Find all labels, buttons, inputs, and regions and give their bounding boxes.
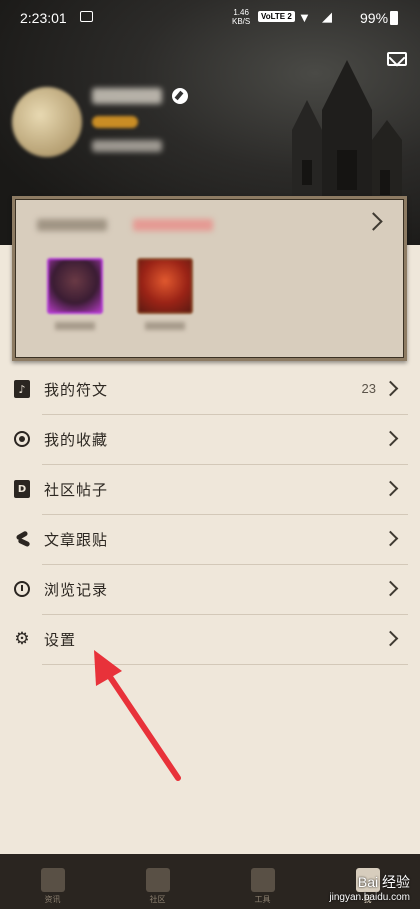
status-bar: 2:23:01 1.46 KB/S VoLTE 2 ▼ ◢ 99% (0, 0, 420, 36)
tab-tools[interactable]: 工具 (210, 854, 315, 909)
clock-icon (12, 579, 32, 599)
tab-label: 社区 (149, 895, 166, 904)
tab-label: 资讯 (44, 895, 61, 904)
gear-icon: ⚙ (14, 629, 30, 649)
wifi-icon: ▼ (298, 10, 311, 25)
tab-community[interactable]: 社区 (105, 854, 210, 909)
hero-name (145, 322, 185, 330)
watermark-url: jingyan.baidu.com (329, 892, 410, 903)
target-icon (12, 429, 32, 449)
menu-item-runes[interactable]: ♪ 我的符文 23 (14, 365, 408, 415)
chevron-right-icon (382, 630, 399, 647)
avatar[interactable] (12, 87, 82, 157)
tab-label: 工具 (254, 895, 271, 904)
baidu-watermark: Bai 经验 jingyan.baidu.com (329, 872, 410, 903)
chevron-right-icon (382, 380, 399, 397)
network-speed: 1.46 KB/S (232, 8, 251, 26)
image-notification-icon (80, 11, 93, 22)
signal-icon: ◢ (322, 9, 332, 24)
community-icon (145, 868, 170, 892)
menu-item-label: 我的符文 (44, 381, 109, 399)
menu-item-label: 设置 (44, 631, 77, 649)
chevron-right-icon (382, 430, 399, 447)
mail-icon[interactable] (387, 52, 407, 66)
menu-list: ♪ 我的符文 23 我的收藏 D 社区帖子 文章跟贴 浏览记录 ⚙ 设置 (0, 365, 420, 665)
article-icon (12, 529, 32, 549)
battery-icon (390, 11, 398, 25)
menu-item-label: 文章跟贴 (44, 531, 109, 549)
battery-percent: 99% (360, 10, 389, 26)
news-icon (40, 868, 65, 892)
menu-item-article-replies[interactable]: 文章跟贴 (42, 515, 408, 565)
rune-icon: ♪ (12, 379, 32, 399)
menu-item-settings[interactable]: ⚙ 设置 (14, 615, 408, 665)
menu-item-posts[interactable]: D 社区帖子 (14, 465, 408, 515)
menu-item-label: 浏览记录 (44, 581, 109, 599)
tools-icon (250, 868, 275, 892)
menu-item-count: 23 (361, 381, 376, 396)
profile-stats (92, 140, 162, 152)
username (92, 88, 162, 104)
chevron-right-icon (382, 530, 399, 547)
hero-name (55, 322, 95, 330)
clock-time: 2:23:01 (20, 10, 67, 26)
edit-profile-icon[interactable] (172, 88, 188, 104)
menu-item-label: 我的收藏 (44, 431, 109, 449)
menu-item-label: 社区帖子 (44, 481, 109, 499)
post-icon: D (12, 479, 32, 499)
chevron-right-icon (382, 480, 399, 497)
volte-badge: VoLTE 2 (258, 11, 295, 22)
card-title (37, 219, 107, 231)
tab-news[interactable]: 资讯 (0, 854, 105, 909)
level-badge (92, 116, 138, 128)
champion-card[interactable] (12, 196, 407, 361)
menu-item-history[interactable]: 浏览记录 (14, 565, 408, 615)
watermark-text: Bai 经验 (357, 874, 410, 890)
hero-portrait[interactable] (47, 258, 103, 314)
card-subtitle (133, 219, 213, 231)
chevron-right-icon[interactable] (364, 212, 383, 231)
menu-item-favorites[interactable]: 我的收藏 (14, 415, 408, 465)
chevron-right-icon (382, 580, 399, 597)
hero-portrait[interactable] (137, 258, 193, 314)
